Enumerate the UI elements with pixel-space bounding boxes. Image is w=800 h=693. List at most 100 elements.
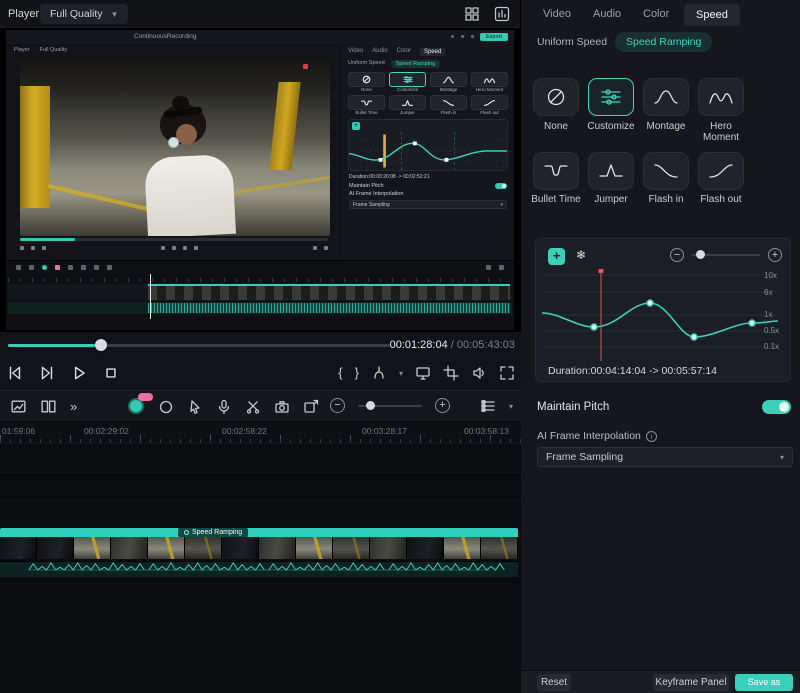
screen-record-button[interactable]	[128, 398, 145, 415]
quality-dropdown[interactable]: Full Quality ▼	[40, 4, 128, 24]
recorded-titlebar: ContinuousRecording Export	[6, 30, 514, 44]
crop-button[interactable]	[443, 365, 459, 381]
recorded-stop-icon	[42, 246, 46, 250]
recorded-toolbar-icon	[94, 265, 99, 270]
recorded-audio-waveform	[148, 303, 510, 313]
recorded-player-label: Player	[14, 47, 30, 53]
preset-flash-in[interactable]	[643, 152, 689, 190]
maintain-pitch-toggle[interactable]	[762, 400, 791, 414]
recorded-preset-none	[348, 72, 385, 87]
recorded-step-back-icon	[20, 246, 24, 250]
fullscreen-button[interactable]	[499, 365, 515, 381]
render-preview-button[interactable]	[371, 365, 387, 381]
chevron-down-icon: ▼	[111, 10, 119, 19]
speed-ramping-clip-bar[interactable]: Speed Ramping	[0, 528, 518, 537]
more-tools-icon[interactable]: »	[70, 399, 77, 414]
speed-curve-graph[interactable]	[542, 269, 778, 361]
timeline-zoom-slider[interactable]	[358, 405, 422, 407]
frame-sampling-select[interactable]: Frame Sampling ▾	[537, 447, 793, 467]
preset-montage[interactable]	[643, 78, 689, 116]
filmora-app: Player Full Quality ▼ ContinuousRecordin…	[0, 0, 800, 693]
seek-handle[interactable]	[95, 339, 107, 351]
next-frame-button[interactable]	[38, 364, 56, 382]
layout-grid-icon[interactable]	[464, 6, 480, 22]
preset-hero-moment[interactable]	[698, 78, 744, 116]
ai-frame-row: AI Frame Interpolation i	[537, 430, 657, 442]
marker-ring-icon[interactable]	[158, 399, 174, 415]
maintain-pitch-label: Maintain Pitch	[537, 401, 609, 413]
ai-frame-label: AI Frame Interpolation	[537, 430, 641, 442]
seek-bar[interactable]	[8, 344, 390, 347]
stop-button[interactable]	[102, 364, 120, 382]
recorded-player-controls	[6, 236, 342, 260]
preset-customize[interactable]	[588, 78, 634, 116]
film-frame	[296, 537, 333, 559]
curve-zoom-handle[interactable]	[696, 250, 705, 259]
tab-video[interactable]: Video	[543, 8, 571, 20]
recorded-zoom-out-icon	[486, 265, 491, 270]
film-frame	[222, 537, 259, 559]
film-frame	[74, 537, 111, 559]
subtab-uniform-speed[interactable]: Uniform Speed	[537, 36, 607, 48]
play-button[interactable]	[70, 364, 88, 382]
recorded-maintain-pitch-label: Maintain Pitch	[349, 183, 384, 189]
pointer-tool-icon[interactable]	[187, 399, 203, 415]
preset-jumper[interactable]	[588, 152, 634, 190]
snapshot-camera-icon[interactable]	[274, 399, 290, 415]
speed-axis-label: 10x	[764, 271, 777, 280]
yellow-pillar-left	[20, 86, 50, 208]
recorded-tab-audio: Audio	[372, 48, 387, 56]
video-preview[interactable]: ContinuousRecording Export Player Full Q…	[0, 28, 521, 332]
zoom-in-button[interactable]: +	[435, 398, 450, 413]
curve-playhead-handle[interactable]	[599, 269, 604, 273]
curve-zoom-in-button[interactable]: +	[768, 248, 782, 262]
chevron-down-icon[interactable]: ▾	[399, 369, 403, 378]
save-as-custom-button[interactable]: Save as custom	[735, 674, 793, 691]
keyframe-panel-button[interactable]: Keyframe Panel	[653, 674, 729, 691]
media-icon[interactable]	[10, 398, 27, 415]
speed-curve-line[interactable]	[542, 303, 778, 337]
mark-out-button[interactable]: }	[355, 364, 359, 382]
export-frame-icon[interactable]	[303, 399, 319, 415]
film-frame	[444, 537, 481, 559]
maintain-pitch-row: Maintain Pitch	[537, 400, 791, 414]
zoom-slider-handle[interactable]	[366, 401, 375, 410]
split-tool-icon[interactable]	[245, 399, 261, 415]
voiceover-mic-icon[interactable]	[216, 399, 232, 415]
freeze-frame-icon[interactable]: ❄	[576, 248, 586, 262]
reset-button[interactable]: Reset	[537, 674, 571, 691]
recorded-preset-flashin	[430, 95, 467, 110]
curve-zoom-slider[interactable]	[692, 254, 760, 256]
curve-zoom-out-button[interactable]: −	[670, 248, 684, 262]
info-icon[interactable]: i	[646, 431, 657, 442]
volume-button[interactable]	[471, 365, 487, 381]
preset-bullet-time[interactable]	[533, 152, 579, 190]
mark-in-button[interactable]: {	[338, 364, 342, 382]
preset-none[interactable]	[533, 78, 579, 116]
recorded-tab-color: Color	[397, 48, 411, 56]
audio-clip-track[interactable]	[0, 561, 518, 577]
audio-meter-icon[interactable]	[494, 6, 510, 22]
video-clip-filmstrip[interactable]	[0, 537, 518, 559]
film-frame	[481, 537, 518, 559]
subtab-speed-ramping[interactable]: Speed Ramping	[615, 32, 712, 52]
zoom-out-button[interactable]: −	[330, 398, 345, 413]
preset-label: None	[529, 121, 583, 132]
track-manager-icon[interactable]	[480, 398, 496, 414]
previous-frame-button[interactable]	[6, 364, 24, 382]
speed-axis-label: 0.1x	[764, 342, 779, 351]
tab-audio[interactable]: Audio	[593, 8, 621, 20]
preset-flash-out[interactable]	[698, 152, 744, 190]
chevron-down-icon[interactable]: ▾	[509, 402, 513, 411]
add-keyframe-button[interactable]: +	[548, 248, 565, 265]
tab-color[interactable]: Color	[643, 8, 669, 20]
transition-icon[interactable]	[40, 398, 57, 415]
speed-curve-editor: + ❄ − + 10x 6x 1x 0.5x 0.1x Duration:00:…	[535, 238, 791, 382]
display-device-button[interactable]	[415, 365, 431, 381]
timeline-ruler[interactable]: 01:59:06 00:02:29:02 00:02:58:22 00:03:2…	[0, 422, 521, 444]
bubble-gum	[168, 137, 179, 148]
film-frame	[370, 537, 407, 559]
tab-speed[interactable]: Speed	[684, 4, 740, 26]
recorded-frame-sampling-select: Frame Sampling ▾	[349, 200, 507, 209]
recorded-tab-speed: Speed	[420, 48, 445, 56]
